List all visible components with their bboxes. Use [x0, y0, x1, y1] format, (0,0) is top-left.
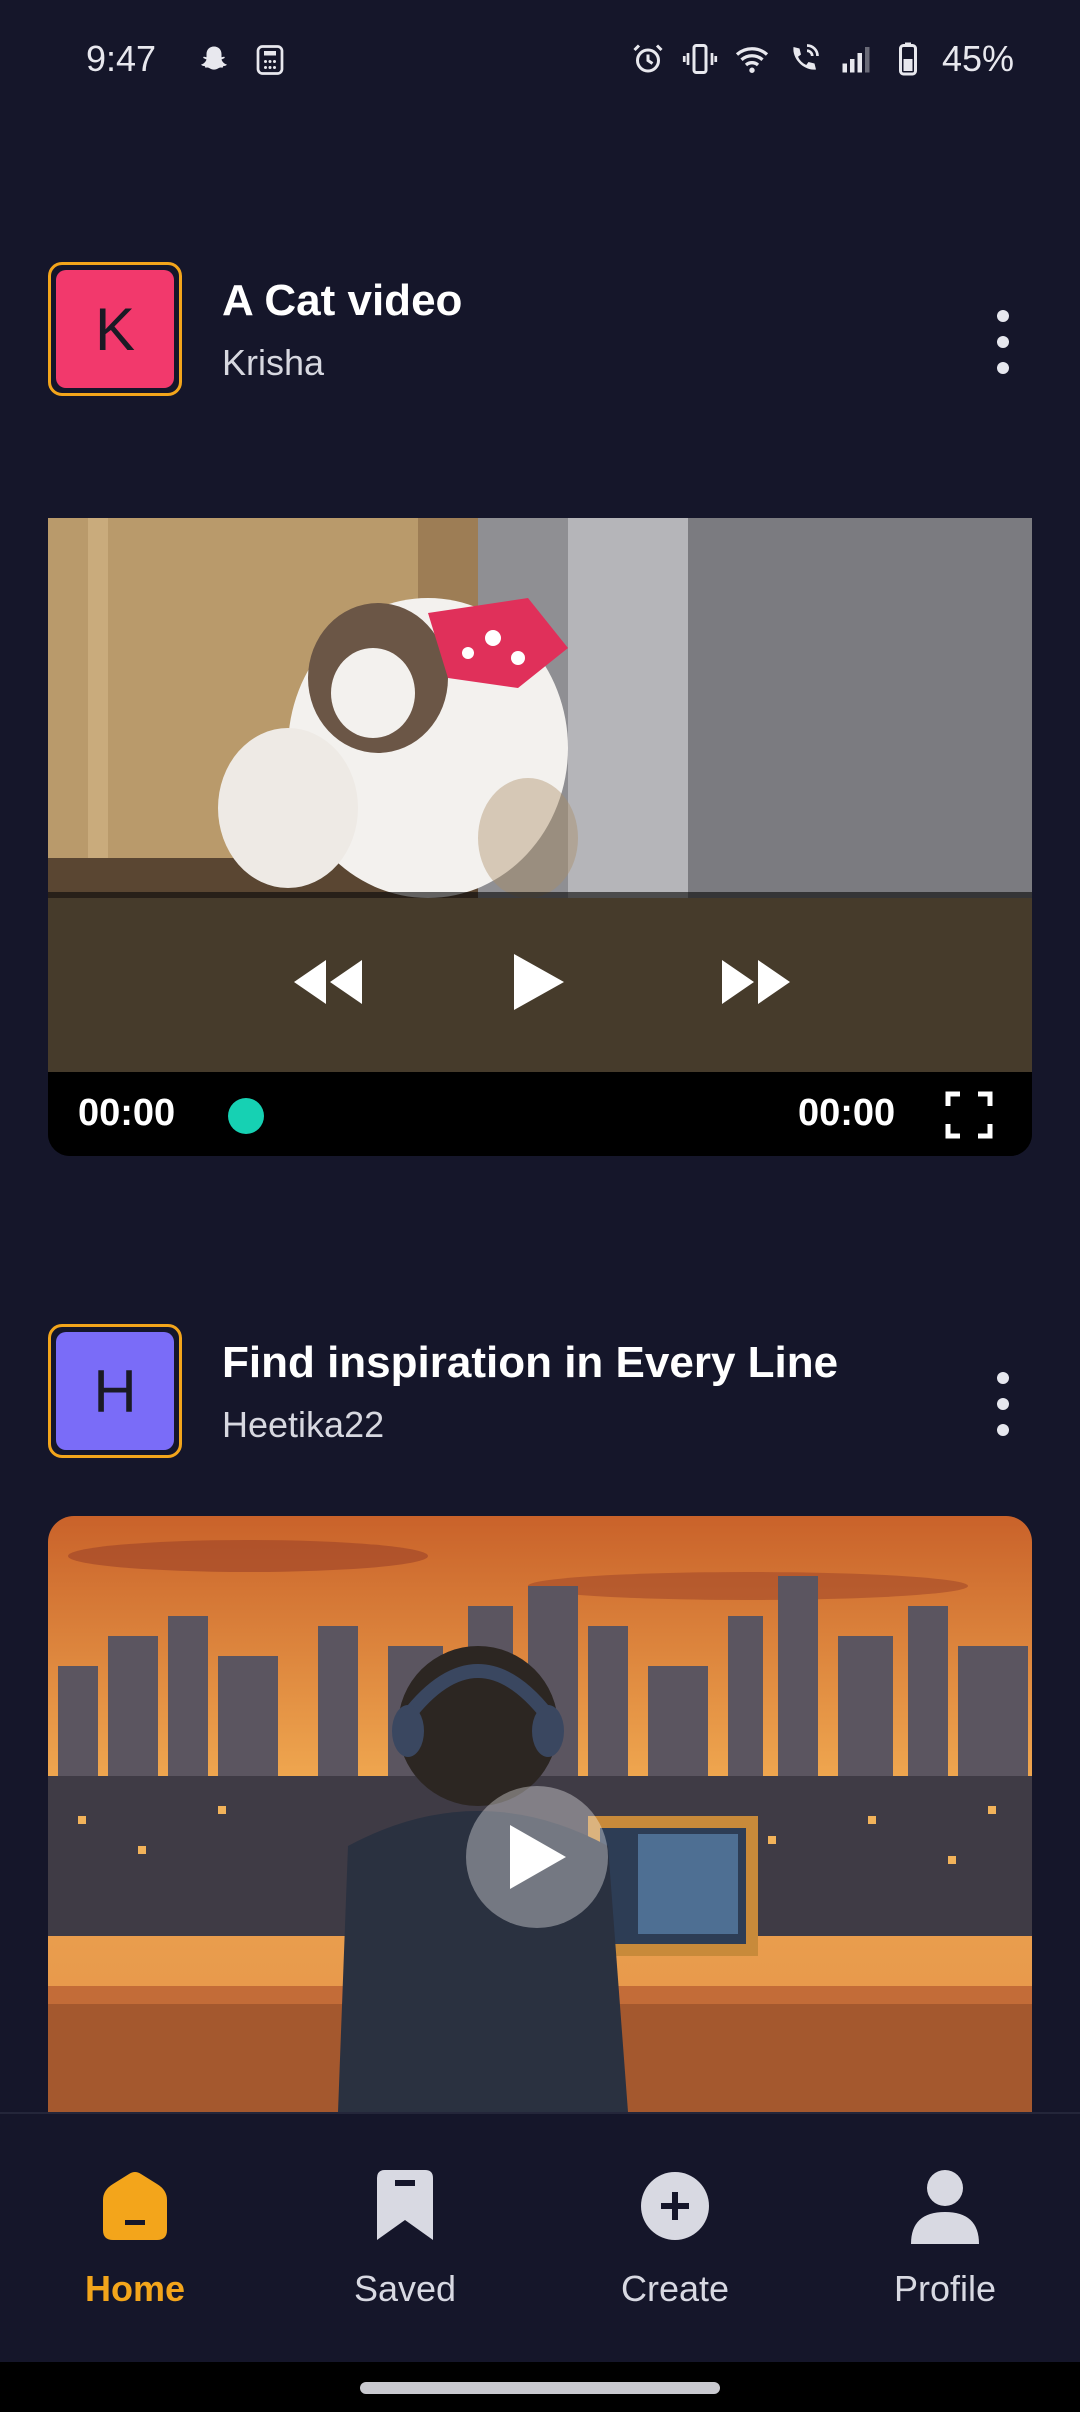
nav-label: Saved — [353, 2268, 457, 2309]
avatar-letter: K — [56, 270, 174, 388]
nav-label: Home — [84, 2268, 186, 2309]
post-title: Find inspiration in Every Line — [222, 1338, 839, 1387]
nav-label: Profile — [893, 2268, 997, 2309]
battery-icon — [890, 41, 926, 77]
play-icon — [510, 1825, 566, 1889]
vibrate-icon — [682, 41, 718, 77]
post-author[interactable]: Heetika22 — [222, 1404, 384, 1446]
fast-forward-icon[interactable] — [718, 950, 794, 1014]
plus-circle-icon — [635, 2166, 715, 2246]
wifi-icon — [734, 41, 770, 77]
avatar-letter: H — [56, 1332, 174, 1450]
more-options-icon[interactable] — [988, 1372, 1018, 1436]
gesture-bar — [0, 2362, 1080, 2412]
video-player[interactable]: 00:00 00:00 — [48, 518, 1032, 1156]
status-time: 9:47 — [86, 38, 157, 79]
duration: 00:00 — [798, 1092, 896, 1134]
nav-saved[interactable]: Saved — [305, 2166, 505, 2310]
home-icon — [95, 2166, 175, 2246]
nav-create[interactable]: Create — [575, 2166, 775, 2310]
bottom-nav: Home Saved Create Profile — [0, 2112, 1080, 2364]
status-bar: 9:47 45% — [0, 0, 1080, 125]
nav-label: Create — [620, 2268, 730, 2309]
player-controls — [48, 892, 1032, 1072]
post-author[interactable]: Krisha — [222, 342, 324, 384]
alarm-icon — [630, 41, 666, 77]
snapchat-icon — [196, 42, 232, 78]
battery-percent: 45% — [941, 38, 1014, 79]
avatar[interactable]: K — [48, 262, 182, 396]
wifi-calling-icon — [786, 41, 822, 77]
play-icon[interactable] — [508, 950, 568, 1014]
signal-icon — [838, 41, 874, 77]
post-header[interactable]: K A Cat video Krisha — [48, 262, 1032, 402]
avatar[interactable]: H — [48, 1324, 182, 1458]
fullscreen-icon[interactable] — [944, 1090, 994, 1140]
current-time: 00:00 — [78, 1092, 176, 1134]
post-image[interactable] — [48, 1516, 1032, 2112]
post-header[interactable]: H Find inspiration in Every Line Heetika… — [48, 1324, 1032, 1464]
player-bottom-bar: 00:00 00:00 — [48, 1072, 1032, 1156]
play-button[interactable] — [466, 1786, 608, 1928]
nav-home[interactable]: Home — [35, 2166, 235, 2310]
progress-scrubber[interactable] — [228, 1098, 264, 1134]
home-indicator[interactable] — [360, 2382, 720, 2394]
bookmark-icon — [365, 2166, 445, 2246]
person-icon — [905, 2166, 985, 2246]
more-options-icon[interactable] — [988, 310, 1018, 374]
post-title: A Cat video — [222, 276, 463, 325]
rewind-icon[interactable] — [290, 950, 366, 1014]
calculator-icon — [252, 42, 288, 78]
nav-profile[interactable]: Profile — [845, 2166, 1045, 2310]
